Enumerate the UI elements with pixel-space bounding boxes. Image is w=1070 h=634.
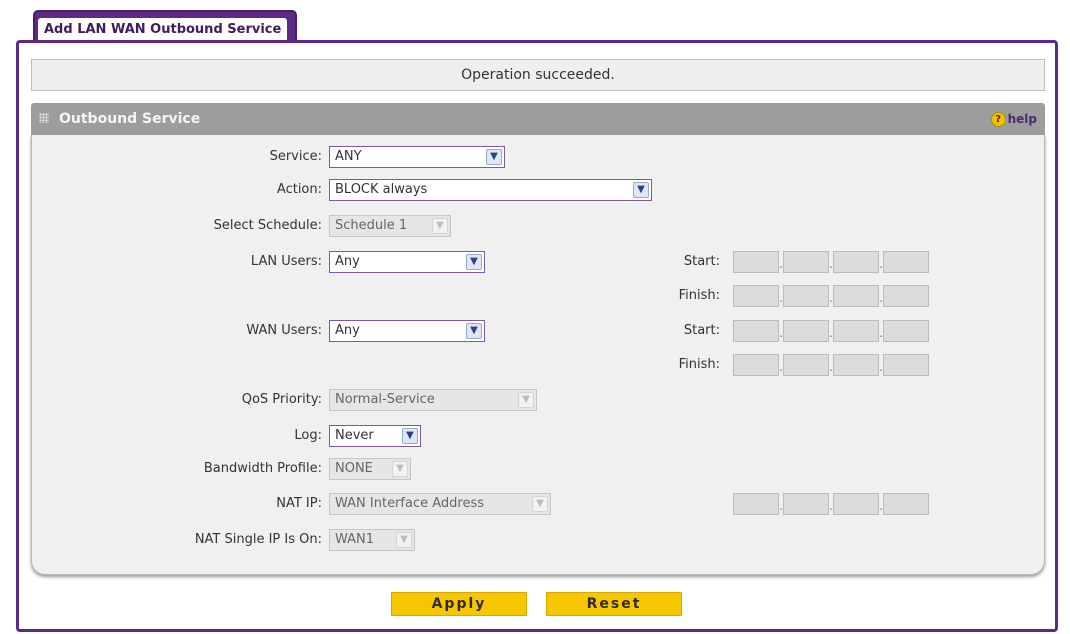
apply-button[interactable]: Apply: [391, 592, 527, 616]
lan-users-value: Any: [335, 254, 360, 269]
qos-label: QoS Priority:: [241, 392, 322, 407]
wan-users-label: WAN Users:: [246, 323, 322, 338]
chevron-down-icon: ▼: [518, 392, 534, 408]
lan-users-select[interactable]: Any ▼: [329, 251, 485, 273]
chevron-down-icon: ▼: [396, 532, 412, 548]
ip-octet-input: [783, 320, 829, 342]
ip-octet-input: [733, 320, 779, 342]
main-panel: Operation succeeded. Outbound Service ? …: [16, 40, 1058, 632]
action-value: BLOCK always: [335, 182, 428, 197]
nat-ip-select: WAN Interface Address ▼: [329, 493, 551, 515]
action-select[interactable]: BLOCK always ▼: [329, 179, 652, 201]
chevron-down-icon: ▼: [466, 323, 482, 339]
ip-octet-input: [833, 251, 879, 273]
nat-ip-value: WAN Interface Address: [335, 496, 484, 511]
ip-octet-input: [833, 320, 879, 342]
chevron-down-icon: ▼: [392, 461, 408, 477]
schedule-select: Schedule 1 ▼: [329, 215, 451, 237]
service-select[interactable]: ANY ▼: [329, 146, 505, 168]
ip-octet-input: [783, 354, 829, 376]
ip-octet-input: [883, 493, 929, 515]
lan-finish-label: Finish:: [678, 288, 720, 303]
wan-users-select[interactable]: Any ▼: [329, 320, 485, 342]
outbound-service-form: Service: ANY ▼ Action: BLOCK always ▼ Se…: [31, 135, 1045, 575]
schedule-label: Select Schedule:: [213, 218, 322, 233]
nat-single-ip-value: WAN1: [335, 532, 375, 547]
bandwidth-select: NONE ▼: [329, 458, 411, 480]
help-label: help: [1007, 112, 1037, 126]
chevron-down-icon: ▼: [486, 149, 502, 165]
qos-select: Normal-Service ▼: [329, 389, 537, 411]
wan-finish-label: Finish:: [678, 357, 720, 372]
log-label: Log:: [294, 428, 322, 443]
chevron-down-icon: ▼: [532, 496, 548, 512]
wan-start-label: Start:: [683, 323, 720, 338]
nat-single-ip-select: WAN1 ▼: [329, 529, 415, 551]
qos-value: Normal-Service: [335, 392, 435, 407]
ip-octet-input: [833, 285, 879, 307]
chevron-down-icon: ▼: [633, 182, 649, 198]
nat-ip-label: NAT IP:: [276, 496, 322, 511]
ip-octet-input: [733, 354, 779, 376]
lan-start-label: Start:: [683, 254, 720, 269]
grip-icon: [39, 113, 49, 123]
log-value: Never: [335, 428, 374, 443]
lan-users-label: LAN Users:: [250, 254, 322, 269]
section-title: Outbound Service: [59, 111, 201, 127]
ip-octet-input: [883, 251, 929, 273]
help-icon: ?: [990, 111, 1006, 127]
status-message: Operation succeeded.: [31, 59, 1045, 91]
log-select[interactable]: Never ▼: [329, 425, 421, 447]
dialog-frame: Add LAN WAN Outbound Service Operation s…: [16, 10, 1058, 632]
ip-octet-input: [883, 354, 929, 376]
bandwidth-value: NONE: [335, 461, 373, 476]
schedule-value: Schedule 1: [335, 218, 408, 233]
tab-title: Add LAN WAN Outbound Service: [38, 18, 288, 42]
chevron-down-icon: ▼: [402, 428, 418, 444]
ip-octet-input: [733, 493, 779, 515]
ip-octet-input: [883, 320, 929, 342]
ip-octet-input: [883, 285, 929, 307]
chevron-down-icon: ▼: [432, 218, 448, 234]
service-value: ANY: [335, 149, 362, 164]
ip-octet-input: [833, 493, 879, 515]
ip-octet-input: [833, 354, 879, 376]
action-label: Action:: [276, 182, 322, 197]
ip-octet-input: [783, 285, 829, 307]
ip-octet-input: [783, 493, 829, 515]
bandwidth-label: Bandwidth Profile:: [203, 461, 322, 476]
nat-single-ip-label: NAT Single IP Is On:: [194, 532, 322, 547]
ip-octet-input: [733, 285, 779, 307]
ip-octet-input: [733, 251, 779, 273]
chevron-down-icon: ▼: [466, 254, 482, 270]
section-header: Outbound Service ? help: [31, 103, 1045, 135]
reset-button[interactable]: Reset: [546, 592, 682, 616]
ip-octet-input: [783, 251, 829, 273]
service-label: Service:: [269, 149, 322, 164]
help-link[interactable]: ? help: [990, 111, 1037, 127]
wan-users-value: Any: [335, 323, 360, 338]
tab-add-lan-wan-outbound-service[interactable]: Add LAN WAN Outbound Service: [33, 10, 298, 42]
